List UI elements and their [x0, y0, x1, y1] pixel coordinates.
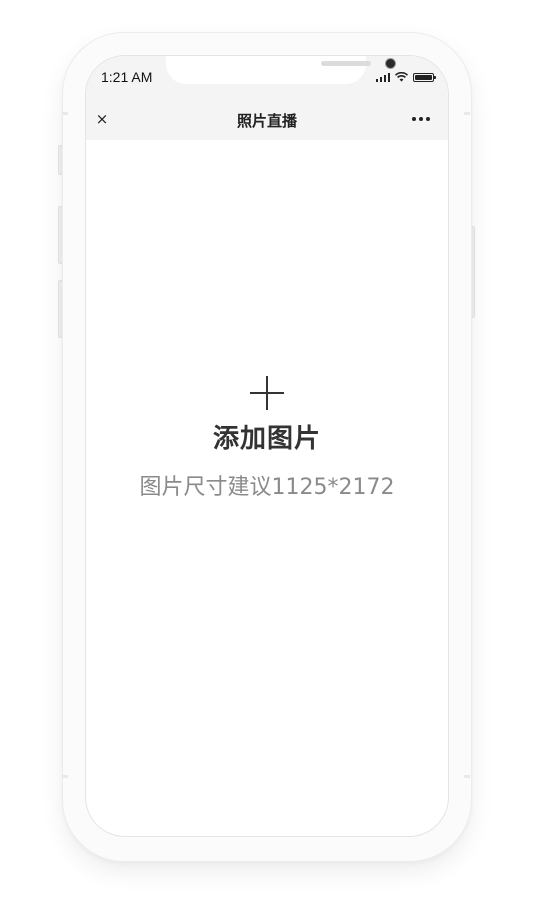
- add-image-area[interactable]: 添加图片 图片尺寸建议1125*2172: [86, 376, 448, 501]
- rim-mark: [464, 112, 470, 115]
- status-time: 1:21 AM: [101, 69, 153, 85]
- status-and-nav-bar: 1:21 AM × 照片直播: [86, 56, 448, 140]
- plus-icon[interactable]: [250, 376, 284, 410]
- rim-mark: [62, 775, 68, 778]
- more-button[interactable]: [412, 117, 430, 121]
- signal-icon: [376, 72, 390, 82]
- front-camera: [385, 58, 396, 69]
- wifi-icon: [395, 72, 408, 82]
- rim-mark: [464, 775, 470, 778]
- speaker-grille: [321, 61, 371, 66]
- status-icons: [376, 72, 436, 82]
- image-size-hint: 图片尺寸建议1125*2172: [139, 475, 395, 500]
- more-icon-dot: [419, 117, 423, 121]
- more-icon-dot: [412, 117, 416, 121]
- phone-screen: 1:21 AM × 照片直播 添加图片 图片尺寸建议1125*2172: [85, 55, 449, 837]
- add-image-label: 添加图片: [212, 424, 321, 454]
- more-icon-dot: [426, 117, 430, 121]
- battery-icon: [413, 73, 436, 82]
- page-title: 照片直播: [236, 112, 297, 130]
- stage: 1:21 AM × 照片直播 添加图片 图片尺寸建议1125*2172: [0, 0, 534, 922]
- notch: [166, 56, 396, 84]
- rim-mark: [62, 112, 68, 115]
